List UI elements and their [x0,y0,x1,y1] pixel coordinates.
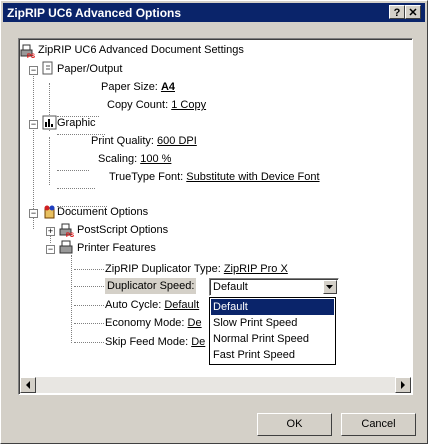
tree-line [71,255,73,343]
svg-text:PS: PS [66,233,74,237]
truetype-font-value[interactable]: Substitute with Device Font [186,171,319,183]
graphic-label: Graphic [57,117,96,129]
svg-text:PS: PS [27,54,35,58]
paper-size-value[interactable]: A4 [161,81,175,93]
horizontal-scrollbar[interactable] [20,377,411,393]
tree-item-duplicator-type[interactable]: ZipRIP Duplicator Type: ZipRIP Pro X [105,261,288,277]
scaling-label: Scaling: [98,153,138,165]
dropdown-option-default[interactable]: Default [211,299,334,315]
duplicator-type-label: ZipRIP Duplicator Type: [105,263,221,275]
dropdown-option-normal[interactable]: Normal Print Speed [211,331,334,347]
tree-item-truetype-font[interactable]: TrueType Font: Substitute with Device Fo… [109,169,320,185]
dropdown-arrow-button[interactable] [323,280,337,294]
duplicator-speed-select[interactable]: Default [209,278,339,296]
duplicator-speed-label: Duplicator Speed: [107,280,195,292]
print-quality-label: Print Quality: [91,135,154,147]
arrow-left-icon [26,381,30,389]
tree-line [74,286,104,288]
tree-line [74,305,104,307]
tree-item-paper-size[interactable]: Paper Size: A4 [101,79,175,95]
tree-item-auto-cycle[interactable]: Auto Cycle: Default [105,297,199,313]
dropdown-option-slow[interactable]: Slow Print Speed [211,315,334,331]
economy-mode-value[interactable]: De [188,317,202,329]
tree-item-economy-mode[interactable]: Economy Mode: De [105,315,202,331]
print-quality-value[interactable]: 600 DPI [157,135,197,147]
copy-count-value[interactable]: 1 Copy [171,99,206,111]
tree-line [74,342,104,344]
postscript-options-expander[interactable]: + [46,227,55,236]
graphic-expander[interactable]: − [29,120,38,129]
printer-settings-icon: PS [20,43,35,60]
tree-item-postscript-options[interactable]: PostScript Options [77,222,168,238]
arrow-right-icon [401,381,405,389]
skip-feed-mode-label: Skip Feed Mode: [105,336,189,348]
paper-output-expander[interactable]: − [29,66,38,75]
tree-item-graphic[interactable]: Graphic [57,115,96,131]
truetype-font-label: TrueType Font: [109,171,184,183]
tree-line [74,269,104,271]
scaling-value[interactable]: 100 % [140,153,171,165]
settings-tree[interactable]: PS ZipRIP UC6 Advanced Document Settings… [18,38,413,395]
paper-output-label: Paper/Output [57,63,123,75]
tree-item-printer-features[interactable]: Printer Features [77,240,156,256]
cancel-button[interactable]: Cancel [341,413,416,436]
document-options-label: Document Options [57,206,149,218]
scroll-right-button[interactable] [395,377,411,393]
document-options-expander[interactable]: − [29,209,38,218]
document-options-icon [42,204,57,219]
tree-item-duplicator-speed[interactable]: Duplicator Speed: [105,278,197,294]
printer-features-icon [59,240,74,255]
auto-cycle-label: Auto Cycle: [105,299,162,311]
tree-item-scaling[interactable]: Scaling: 100 % [98,151,171,167]
postscript-options-label: PostScript Options [77,224,169,236]
tree-root-label: ZipRIP UC6 Advanced Document Settings [38,44,244,56]
duplicator-speed-dropdown[interactable]: Default Slow Print Speed Normal Print Sp… [209,297,336,365]
tree-line [74,323,104,325]
tree-item-paper-output[interactable]: Paper/Output [57,61,122,77]
printer-features-label: Printer Features [77,242,156,254]
printer-features-expander[interactable]: − [46,245,55,254]
paper-size-label: Paper Size: [101,81,158,93]
tree-root[interactable]: ZipRIP UC6 Advanced Document Settings [38,42,244,58]
title-bar[interactable]: ZipRIP UC6 Advanced Options ? ✕ [3,3,425,22]
help-button[interactable]: ? [389,5,405,19]
advanced-options-dialog: ZipRIP UC6 Advanced Options ? ✕ PS ZipRI… [0,0,428,444]
paper-output-icon [41,61,56,76]
scroll-left-button[interactable] [20,377,36,393]
economy-mode-label: Economy Mode: [105,317,185,329]
chevron-down-icon [326,285,333,289]
close-button[interactable]: ✕ [405,5,421,19]
window-title: ZipRIP UC6 Advanced Options [7,6,182,20]
duplicator-speed-selected: Default [213,281,248,293]
postscript-icon: PS [59,222,74,239]
tree-item-print-quality[interactable]: Print Quality: 600 DPI [91,133,197,149]
dropdown-option-fast[interactable]: Fast Print Speed [211,347,334,363]
auto-cycle-value[interactable]: Default [164,299,199,311]
tree-line [33,66,35,229]
duplicator-type-value[interactable]: ZipRIP Pro X [224,263,288,275]
tree-item-document-options[interactable]: Document Options [57,204,148,220]
graphic-icon [42,115,57,130]
tree-line [57,188,95,190]
tree-line [49,137,51,185]
tree-item-copy-count[interactable]: Copy Count: 1 Copy [107,97,206,113]
skip-feed-mode-value[interactable]: De [191,336,205,348]
copy-count-label: Copy Count: [107,99,169,111]
ok-button[interactable]: OK [257,413,332,436]
tree-item-skip-feed-mode[interactable]: Skip Feed Mode: De [105,334,205,350]
tree-line [57,170,89,172]
